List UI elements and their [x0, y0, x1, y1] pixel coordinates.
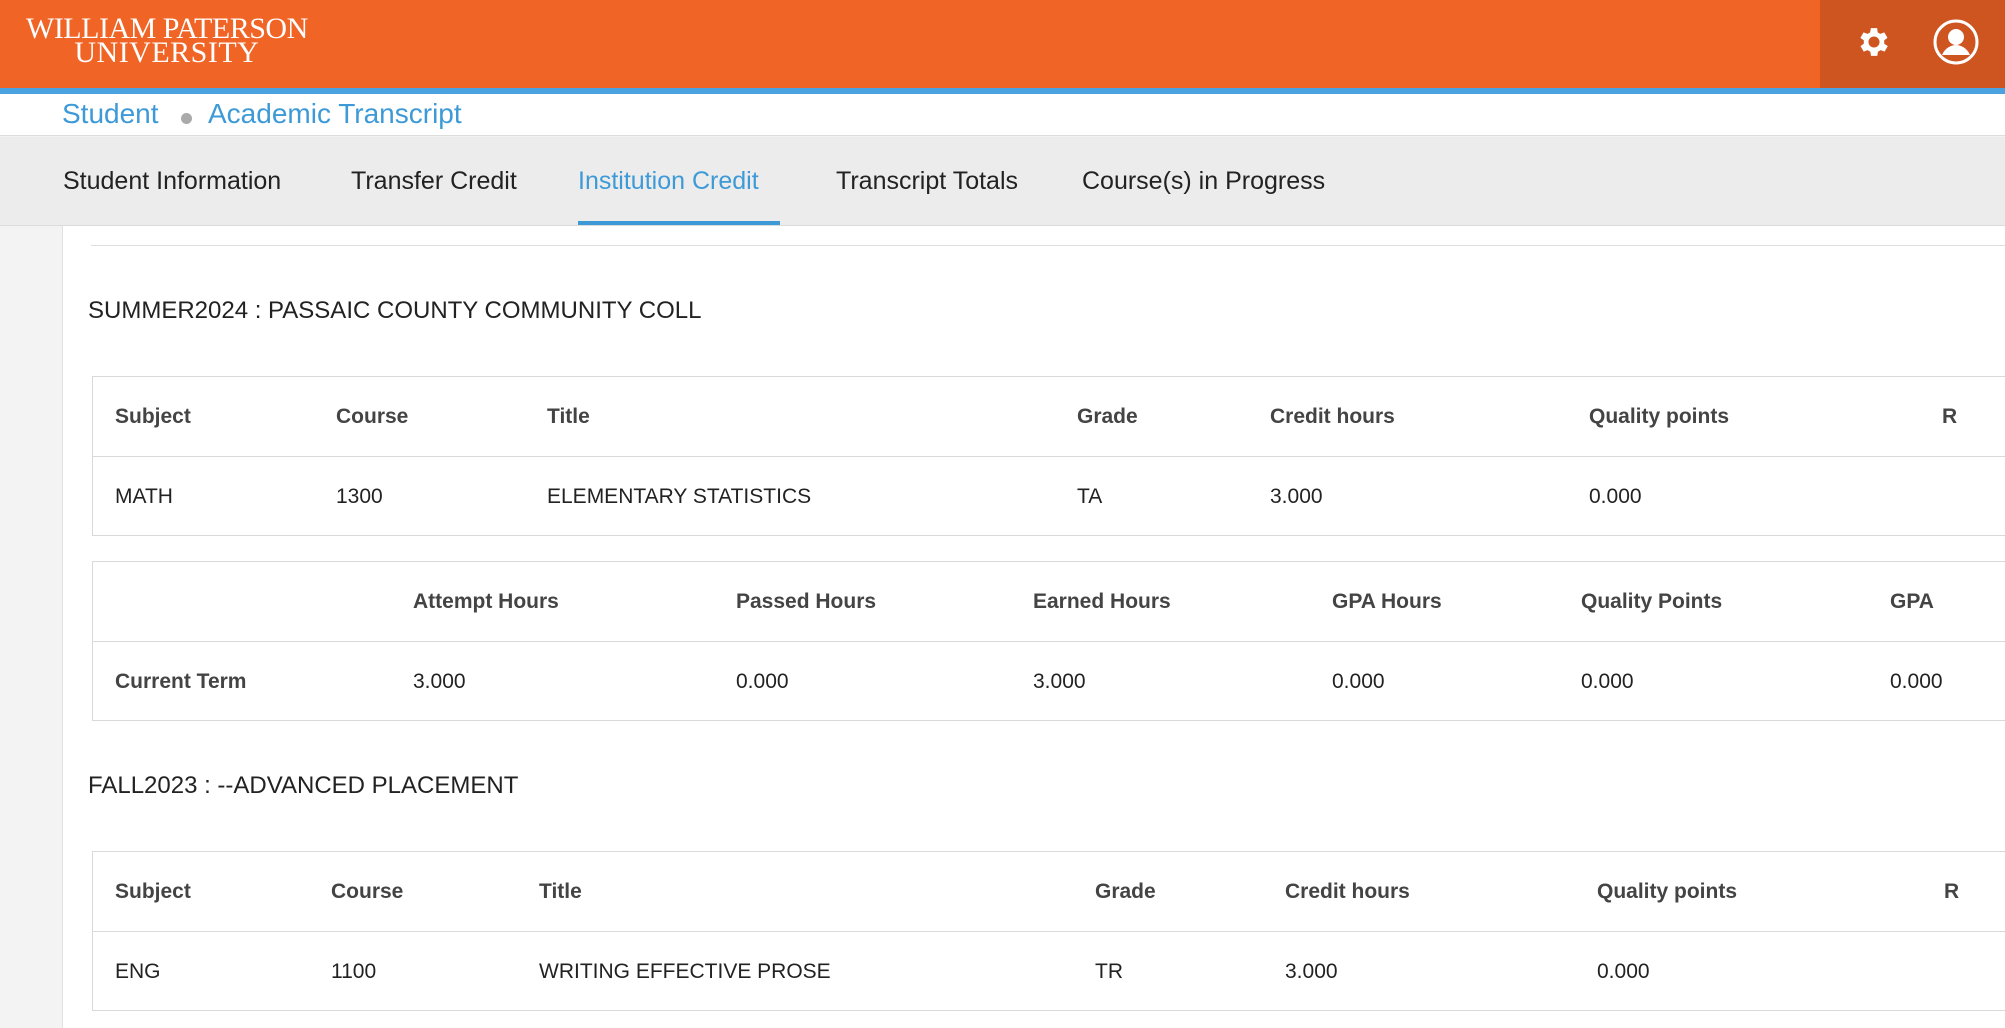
- cell-course: 1100: [331, 960, 377, 983]
- table-header-row: Subject Course Title Grade Credit hours …: [93, 377, 2005, 456]
- cell-quality-points: 0.000: [1597, 960, 1650, 983]
- cell-quality-points: 0.000: [1581, 670, 1634, 693]
- cell-title: WRITING EFFECTIVE PROSE: [539, 960, 831, 983]
- col-grade: Grade: [1095, 880, 1156, 903]
- cell-credit-hours: 3.000: [1285, 960, 1338, 983]
- section-divider: [91, 245, 2005, 246]
- user-avatar-icon: [1933, 19, 1979, 70]
- cell-earned-hours: 3.000: [1033, 670, 1086, 693]
- col-quality-points: Quality Points: [1581, 590, 1723, 613]
- cell-credit-hours: 3.000: [1270, 485, 1323, 508]
- cell-passed-hours: 0.000: [736, 670, 789, 693]
- col-gpa: GPA: [1890, 590, 1934, 613]
- col-grade: Grade: [1077, 405, 1138, 428]
- top-tools: [1820, 0, 2005, 88]
- col-r: R: [1944, 880, 1960, 903]
- cell-gpa: 0.000: [1890, 670, 1943, 693]
- cell-grade: TA: [1077, 485, 1103, 508]
- user-menu-button[interactable]: [1916, 0, 1996, 88]
- col-quality-points: Quality points: [1589, 405, 1730, 428]
- tab-transcript-totals[interactable]: Transcript Totals: [836, 167, 1018, 196]
- table-row: MATH 1300 ELEMENTARY STATISTICS TA 3.000…: [93, 456, 2005, 535]
- col-subject: Subject: [115, 405, 191, 428]
- table-row: ENG 1100 WRITING EFFECTIVE PROSE TR 3.00…: [93, 931, 2005, 1010]
- col-credit-hours: Credit hours: [1270, 405, 1395, 428]
- col-course: Course: [331, 880, 404, 903]
- tab-transfer-credit[interactable]: Transfer Credit: [351, 167, 517, 196]
- cell-gpa-hours: 0.000: [1332, 670, 1385, 693]
- col-r: R: [1942, 405, 1958, 428]
- col-earned-hours: Earned Hours: [1033, 590, 1171, 613]
- university-logo[interactable]: WILLIAM PATERSON UNIVERSITY: [26, 14, 308, 68]
- breadcrumb-academic-transcript[interactable]: Academic Transcript: [208, 98, 462, 130]
- table-header-row: Attempt Hours Passed Hours Earned Hours …: [93, 562, 2005, 641]
- cell-quality-points: 0.000: [1589, 485, 1642, 508]
- col-attempt-hours: Attempt Hours: [413, 590, 559, 613]
- table-header-row: Subject Course Title Grade Credit hours …: [93, 852, 2005, 931]
- cell-course: 1300: [336, 485, 383, 508]
- term-heading-fall2023: FALL2023 : --ADVANCED PLACEMENT: [88, 772, 519, 799]
- cell-current-term-label: Current Term: [115, 670, 247, 693]
- settings-button[interactable]: [1834, 0, 1914, 88]
- tab-institution-credit[interactable]: Institution Credit: [578, 167, 759, 196]
- term-totals-table-summer2024: Attempt Hours Passed Hours Earned Hours …: [92, 561, 2005, 721]
- breadcrumb: Student Academic Transcript: [0, 94, 2005, 136]
- col-course: Course: [336, 405, 409, 428]
- active-tab-indicator: [578, 221, 780, 225]
- tab-courses-in-progress[interactable]: Course(s) in Progress: [1082, 167, 1325, 196]
- col-subject: Subject: [115, 880, 191, 903]
- table-row: Current Term 3.000 0.000 3.000 0.000 0.0…: [93, 641, 2005, 720]
- tab-student-information[interactable]: Student Information: [63, 167, 281, 196]
- col-title: Title: [539, 880, 582, 903]
- gear-icon: [1855, 23, 1893, 66]
- top-bar: WILLIAM PATERSON UNIVERSITY: [0, 0, 2005, 88]
- col-quality-points: Quality points: [1597, 880, 1738, 903]
- cell-grade: TR: [1095, 960, 1123, 983]
- course-table-summer2024: Subject Course Title Grade Credit hours …: [92, 376, 2005, 536]
- left-gutter: [0, 226, 63, 1028]
- cell-subject: MATH: [115, 485, 173, 508]
- course-table-fall2023: Subject Course Title Grade Credit hours …: [92, 851, 2005, 1011]
- cell-title: ELEMENTARY STATISTICS: [547, 485, 812, 508]
- col-passed-hours: Passed Hours: [736, 590, 877, 613]
- term-heading-summer2024: SUMMER2024 : PASSAIC COUNTY COMMUNITY CO…: [88, 297, 702, 324]
- cell-subject: ENG: [115, 960, 161, 983]
- breadcrumb-student[interactable]: Student: [62, 98, 159, 130]
- breadcrumb-separator: [181, 113, 192, 124]
- col-gpa-hours: GPA Hours: [1332, 590, 1442, 613]
- col-credit-hours: Credit hours: [1285, 880, 1410, 903]
- col-title: Title: [547, 405, 590, 428]
- cell-attempt-hours: 3.000: [413, 670, 466, 693]
- tab-bar: Student Information Transfer Credit Inst…: [0, 137, 2005, 226]
